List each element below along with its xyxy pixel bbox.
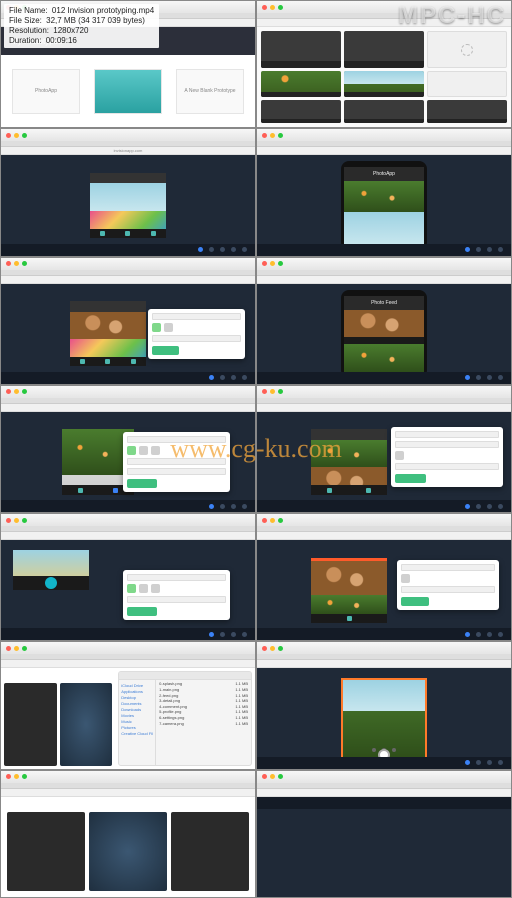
file-size-label: File Size: <box>9 16 42 25</box>
hotspot-panel[interactable] <box>123 432 230 492</box>
finder-sidebar: iCloud Drive Applications Desktop Docume… <box>119 680 156 764</box>
thumb-7r <box>256 770 512 898</box>
thumb-4r <box>256 385 512 513</box>
gallery-slot[interactable] <box>261 31 341 68</box>
hotspot-panel[interactable] <box>148 309 245 359</box>
thumb-2r: PhotoApp <box>256 128 512 256</box>
gallery-slot[interactable] <box>427 100 507 123</box>
file-name-row: File Name: 012 Invision prototyping.mp4 <box>9 6 154 16</box>
thumb-3l <box>0 257 256 385</box>
duration-row: Duration: 00:09:16 <box>9 36 154 46</box>
gallery-slot[interactable] <box>261 100 341 123</box>
hotspot-panel[interactable] <box>391 427 503 487</box>
dark-thumb[interactable] <box>60 683 113 765</box>
file-size-value: 32,7 MB (34 317 039 bytes) <box>46 16 145 25</box>
gallery-slot[interactable] <box>344 100 424 123</box>
file-name-value: 012 Invision prototyping.mp4 <box>52 6 154 15</box>
tool-icon[interactable] <box>209 247 214 252</box>
thumb-5l <box>0 513 256 641</box>
screen-preview[interactable] <box>311 558 387 623</box>
resolution-label: Resolution: <box>9 26 49 35</box>
thumb-3r: Photo Feed <box>256 257 512 385</box>
thumb-6r <box>256 641 512 769</box>
resolution-row: Resolution: 1280x720 <box>9 26 154 36</box>
hotspot-selected[interactable] <box>45 577 57 589</box>
phone-feed-title: Photo Feed <box>344 296 424 310</box>
thumb-5r <box>256 513 512 641</box>
duration-value: 00:09:16 <box>46 36 77 45</box>
tool-icon[interactable] <box>231 247 236 252</box>
screen-preview[interactable] <box>70 301 146 366</box>
thumb-2l: invisionapp.com <box>0 128 256 256</box>
finder-dialog[interactable]: iCloud Drive Applications Desktop Docume… <box>118 671 252 765</box>
resolution-value: 1280x720 <box>53 26 88 35</box>
player-brand: MPC-HC <box>398 2 506 30</box>
phone-preview[interactable]: Photo Feed <box>341 290 427 378</box>
file-row: 7-camera.png1.1 MB <box>157 721 250 727</box>
thumb-4l <box>0 385 256 513</box>
panel-submit-button[interactable] <box>152 346 179 355</box>
phone-app-title: PhotoApp <box>344 167 424 181</box>
gallery-empty[interactable] <box>427 71 507 96</box>
screen-preview[interactable] <box>311 429 387 494</box>
hotspot-panel[interactable] <box>123 570 230 620</box>
tool-icon[interactable] <box>198 247 203 252</box>
finder-filelist[interactable]: 0-splash.png1.1 MB 1-main.png1.1 MB 2-fe… <box>156 680 251 764</box>
tool-icon[interactable] <box>220 247 225 252</box>
gallery-slot[interactable] <box>344 71 424 96</box>
panel-submit-button[interactable] <box>127 479 157 488</box>
proto-card-1[interactable]: PhotoApp <box>12 69 81 114</box>
file-info-box: File Name: 012 Invision prototyping.mp4 … <box>4 4 159 48</box>
duration-label: Duration: <box>9 36 41 45</box>
proto-card-2[interactable] <box>94 69 163 114</box>
file-name-label: File Name: <box>9 6 48 15</box>
file-size-row: File Size: 32,7 MB (34 317 039 bytes) <box>9 16 154 26</box>
gallery-slot[interactable] <box>344 31 424 68</box>
thumb-6l: iCloud Drive Applications Desktop Docume… <box>0 641 256 769</box>
proto-card-3[interactable]: A New Blank Prototype <box>176 69 245 114</box>
dark-thumb[interactable] <box>89 812 167 891</box>
dark-thumb[interactable] <box>171 812 249 891</box>
screen-preview[interactable] <box>90 173 166 238</box>
phone-preview[interactable]: PhotoApp <box>341 161 427 249</box>
thumb-7l <box>0 770 256 898</box>
camera-preview[interactable] <box>341 678 427 758</box>
gallery-slot[interactable] <box>261 71 341 96</box>
editor-toolbar <box>1 244 255 256</box>
gallery-empty[interactable] <box>427 31 507 68</box>
hotspot-panel[interactable] <box>397 560 499 610</box>
panel-submit-button[interactable] <box>395 474 426 483</box>
tool-icon[interactable] <box>242 247 247 252</box>
thumbnail-grid: My Prototypes PhotoApp A New Blank Proto… <box>0 0 512 898</box>
dark-thumb[interactable] <box>4 683 57 765</box>
dark-thumb[interactable] <box>7 812 85 891</box>
